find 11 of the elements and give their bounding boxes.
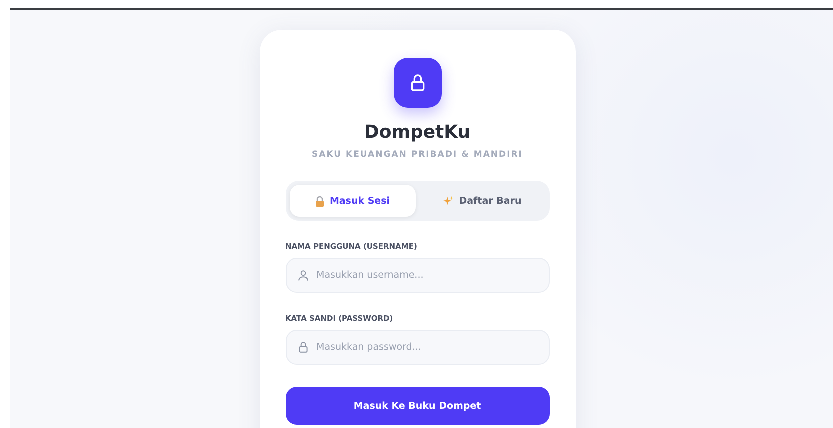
lock-icon — [296, 341, 310, 354]
auth-tab[interactable]: Masuk Sesi — [290, 185, 416, 217]
app-title: DompetKu — [363, 122, 472, 143]
input-field[interactable]: Masukkan password... — [286, 330, 550, 365]
auth-tab[interactable]: Daftar Baru — [420, 185, 546, 217]
user-icon — [296, 269, 310, 282]
input-field[interactable]: Masukkan username... — [286, 258, 550, 293]
lock-icon — [314, 196, 325, 206]
submit-button[interactable]: Masuk Ke Buku Dompet — [286, 387, 550, 425]
sparkle-icon — [443, 196, 454, 206]
app-tagline: SAKU KEUANGAN PRIBADI & MANDIRI — [311, 150, 524, 160]
